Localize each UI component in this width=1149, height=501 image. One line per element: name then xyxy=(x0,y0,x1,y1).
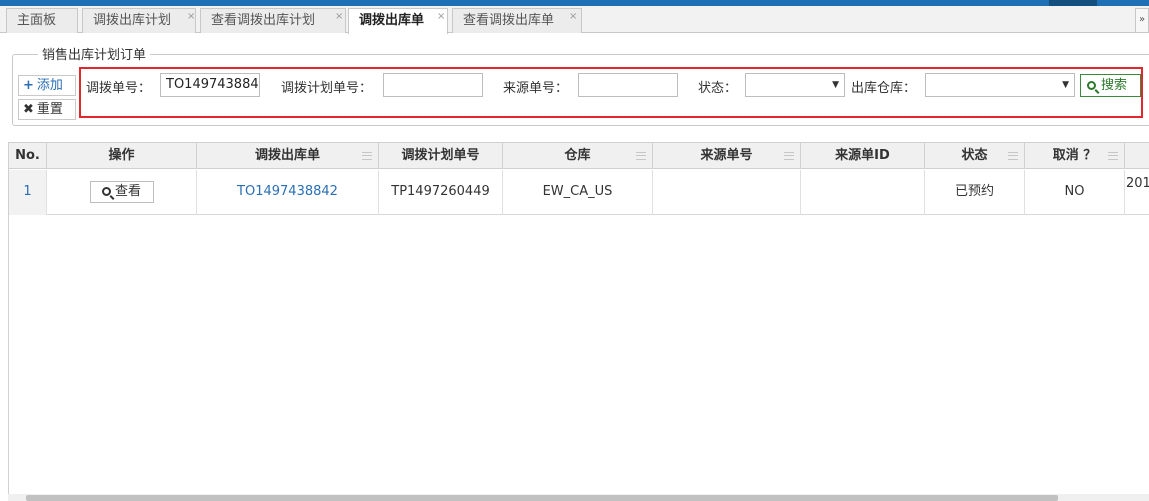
col-header-plan-no[interactable]: 调拨计划单号 xyxy=(379,143,503,169)
column-menu-icon[interactable] xyxy=(362,152,372,160)
col-header-label: 来源单ID xyxy=(835,148,890,163)
transfer-no-label: 调拨单号： xyxy=(86,81,152,96)
col-header-label: 来源单号 xyxy=(700,148,753,163)
tab-scroll-right-icon[interactable]: » xyxy=(1135,8,1149,33)
status-cell: 已预约 xyxy=(925,170,1025,215)
col-header-overflow[interactable] xyxy=(1125,143,1149,169)
view-button[interactable]: 查看 xyxy=(89,181,154,203)
data-grid: No. 操作 调拨出库单 调拨计划单号 仓库 来源单号 来源单ID 状态 取消 … xyxy=(8,142,1149,494)
tab-view-transfer-out[interactable]: 查看调拨出库单 × xyxy=(452,8,582,33)
scrollbar-thumb[interactable] xyxy=(26,495,1058,501)
source-no-input[interactable] xyxy=(578,73,678,97)
col-header-no[interactable]: No. xyxy=(9,143,47,169)
col-header-label: 调拨出库单 xyxy=(254,148,320,163)
search-button[interactable]: 搜索 xyxy=(1080,74,1141,97)
source-id-cell xyxy=(801,170,925,215)
tab-label: 查看调拨出库计划 xyxy=(211,13,316,28)
col-header-cancelled[interactable]: 取消 ？ xyxy=(1025,143,1125,169)
col-header-label: 取消 ？ xyxy=(1052,148,1097,163)
col-header-warehouse[interactable]: 仓库 xyxy=(503,143,653,169)
column-menu-icon[interactable] xyxy=(784,152,794,160)
add-label: 添加 xyxy=(36,78,63,93)
col-header-label: 调拨计划单号 xyxy=(401,148,480,163)
row-action-cell: 查看 xyxy=(47,170,197,215)
table-row[interactable]: 1 查看 TO1497438842 TP1497260449 EW_CA_US … xyxy=(9,170,1149,215)
col-header-transfer-out[interactable]: 调拨出库单 xyxy=(197,143,379,169)
grid-header: No. 操作 调拨出库单 调拨计划单号 仓库 来源单号 来源单ID 状态 取消 … xyxy=(9,143,1149,169)
col-header-label: 状态 xyxy=(961,148,988,163)
add-button[interactable]: + 添加 xyxy=(18,75,76,96)
source-no-cell xyxy=(653,170,801,215)
col-header-source-no[interactable]: 来源单号 xyxy=(653,143,801,169)
column-menu-icon[interactable] xyxy=(1008,152,1018,160)
caret-down-icon: ▼ xyxy=(1062,80,1069,90)
magnifier-icon xyxy=(1087,81,1096,90)
reset-button[interactable]: ✖ 重置 xyxy=(18,99,76,120)
transfer-no-input[interactable]: TO1497438842 xyxy=(160,73,260,97)
col-header-action[interactable]: 操作 xyxy=(47,143,197,169)
warehouse-select[interactable]: ▼ xyxy=(925,73,1075,97)
magnifier-icon xyxy=(101,187,111,196)
column-menu-icon[interactable] xyxy=(1108,152,1118,160)
overflow-date-cell: 201 xyxy=(1126,176,1149,191)
plan-no-cell: TP1497260449 xyxy=(379,170,503,215)
tab-strip: 主面板 调拨出库计划 × 查看调拨出库计划 × 调拨出库单 × 查看调拨出库单 … xyxy=(0,6,1149,34)
cancelled-cell: NO xyxy=(1025,170,1125,215)
tab-transfer-out[interactable]: 调拨出库单 × xyxy=(348,8,448,34)
status-label: 状态： xyxy=(698,81,738,96)
tab-label: 调拨出库计划 xyxy=(93,13,172,28)
x-icon: ✖ xyxy=(23,102,34,117)
close-icon[interactable]: × xyxy=(187,5,195,28)
transfer-out-link[interactable]: TO1497438842 xyxy=(197,170,379,215)
tab-transfer-plan[interactable]: 调拨出库计划 × xyxy=(82,8,196,33)
plan-no-input[interactable] xyxy=(383,73,483,97)
row-number: 1 xyxy=(9,170,47,215)
column-menu-icon[interactable] xyxy=(636,152,646,160)
status-select[interactable]: ▼ xyxy=(745,73,845,97)
tab-label: 调拨出库单 xyxy=(359,13,425,28)
tab-label: 查看调拨出库单 xyxy=(463,13,555,28)
horizontal-scrollbar[interactable] xyxy=(8,494,1149,501)
search-label: 搜索 xyxy=(1101,78,1128,93)
source-no-label: 来源单号： xyxy=(503,81,569,96)
close-icon[interactable]: × xyxy=(437,5,445,28)
col-header-label: 操作 xyxy=(108,148,135,163)
col-header-status[interactable]: 状态 xyxy=(925,143,1025,169)
reset-label: 重置 xyxy=(36,102,63,117)
plus-icon: + xyxy=(23,78,34,93)
filter-legend: 销售出库计划订单 xyxy=(38,44,151,63)
tab-view-transfer-plan[interactable]: 查看调拨出库计划 × xyxy=(200,8,346,33)
col-header-source-id[interactable]: 来源单ID xyxy=(801,143,925,169)
caret-down-icon: ▼ xyxy=(832,80,839,90)
view-label: 查看 xyxy=(114,184,141,199)
col-header-label: 仓库 xyxy=(564,148,591,163)
warehouse-cell: EW_CA_US xyxy=(503,170,653,215)
plan-no-label: 调拨计划单号： xyxy=(281,81,373,96)
warehouse-label: 出库仓库： xyxy=(851,81,917,96)
close-icon[interactable]: × xyxy=(335,5,343,28)
tab-label: 主面板 xyxy=(17,13,57,28)
tab-dashboard[interactable]: 主面板 xyxy=(6,8,78,33)
close-icon[interactable]: × xyxy=(569,5,577,28)
